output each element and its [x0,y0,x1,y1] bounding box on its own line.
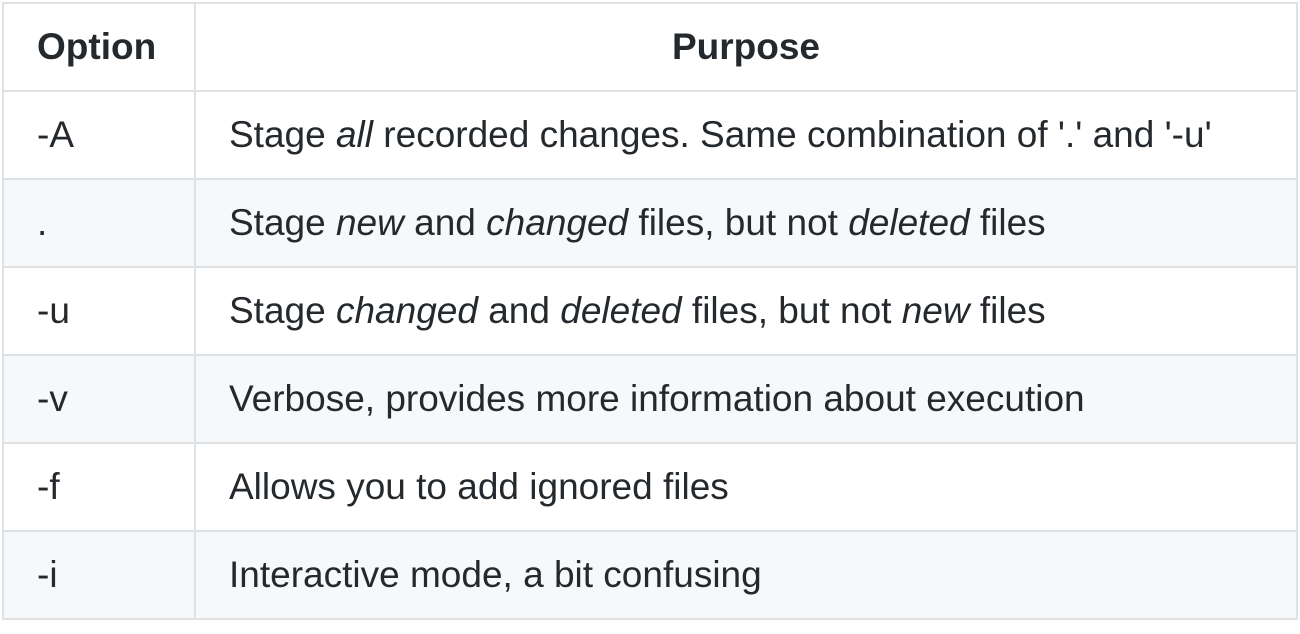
purpose-text: Stage [229,289,336,331]
purpose-emphasis: new [335,201,404,243]
purpose-emphasis: changed [335,289,478,331]
option-cell: -i [2,530,196,620]
purpose-emphasis: deleted [848,201,970,243]
purpose-text: and [403,201,487,243]
option-column-header: Option [2,2,196,92]
purpose-column-header: Purpose [194,2,1298,92]
table-row: -f Allows you to add ignored files [2,442,1298,532]
option-cell: -f [2,442,196,532]
purpose-cell: Stage changed and deleted files, but not… [194,266,1298,356]
purpose-cell: Stage all recorded changes. Same combina… [194,90,1298,180]
purpose-text: files [969,289,1046,331]
table-body: -A Stage all recorded changes. Same combi… [2,90,1298,620]
purpose-text: Stage [229,113,336,155]
purpose-text: Interactive mode, a bit confusing [229,553,762,595]
purpose-emphasis: changed [486,201,629,243]
option-cell: -A [2,90,196,180]
purpose-text: files, but not [628,201,849,243]
purpose-emphasis: new [901,289,970,331]
purpose-text: recorded changes. Same combination of '.… [373,113,1212,155]
option-cell: . [2,178,196,268]
options-table: Option Purpose -A Stage all recorded chan… [2,2,1298,620]
table-row: . Stage new and changed files, but not de… [2,178,1298,268]
purpose-cell: Stage new and changed files, but not del… [194,178,1298,268]
purpose-text: Stage [229,201,336,243]
table-row: -i Interactive mode, a bit confusing [2,530,1298,620]
purpose-emphasis: all [335,113,374,155]
table-row: -A Stage all recorded changes. Same combi… [2,90,1298,180]
option-cell: -u [2,266,196,356]
purpose-text: and [477,289,561,331]
purpose-emphasis: deleted [560,289,682,331]
table-header-row: Option Purpose [2,2,1298,92]
table-row: -v Verbose, provides more information abo… [2,354,1298,444]
purpose-cell: Verbose, provides more information about… [194,354,1298,444]
option-cell: -v [2,354,196,444]
purpose-cell: Interactive mode, a bit confusing [194,530,1298,620]
purpose-text: files, but not [681,289,902,331]
table-row: -u Stage changed and deleted files, but n… [2,266,1298,356]
purpose-text: files [969,201,1046,243]
purpose-text: Allows you to add ignored files [229,465,729,507]
purpose-text: Verbose, provides more information about… [229,377,1085,419]
purpose-cell: Allows you to add ignored files [194,442,1298,532]
